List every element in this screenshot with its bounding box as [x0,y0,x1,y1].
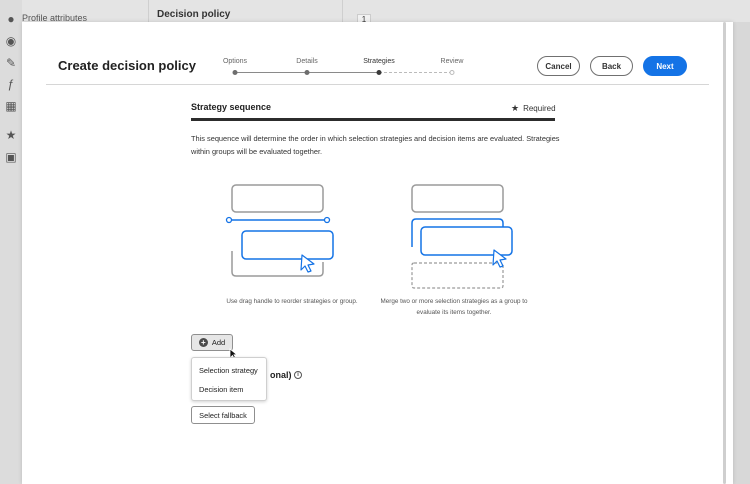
function-icon[interactable]: ƒ [4,77,18,91]
info-icon[interactable]: i [294,371,302,379]
step-dot-review [449,70,455,75]
select-fallback-button[interactable]: Select fallback [191,406,255,424]
create-decision-policy-modal: Create decision policy Options Details S… [22,22,733,484]
merged-card [420,226,513,256]
menu-item-decision-item[interactable]: Decision item [199,385,243,394]
background-divider [342,0,343,22]
back-button[interactable]: Back [590,56,633,76]
drop-indicator-dot [225,216,233,224]
background-divider [148,0,149,22]
merge-caption: Merge two or more selection strategies a… [380,298,528,316]
reorder-illustration [225,184,334,277]
add-circle-icon: + [198,338,208,347]
fallback-section-title: onal) [270,370,292,380]
illustration-card [411,184,504,213]
step-label-strategies: Strategies [363,58,395,65]
illustration-card [231,184,324,213]
header-divider [46,84,709,85]
step-indicator: Options Details Strategies Review [223,58,466,77]
dragged-card [241,230,334,260]
background-header [22,0,750,22]
menu-item-selection-strategy[interactable]: Selection strategy [199,366,258,375]
required-indicator: ★ Required [511,103,556,114]
step-dot-options [232,70,238,75]
reorder-caption: Use drag handle to reorder strategies or… [226,298,358,305]
background-right-panel [733,22,750,484]
survey-icon[interactable]: ▣ [4,150,18,164]
drop-target [411,262,504,289]
step-label-options: Options [222,58,248,65]
compass-icon[interactable]: ◉ [4,34,18,48]
step-label-details: Details [296,58,318,65]
next-button[interactable]: Next [643,56,687,76]
step-connector [235,72,307,73]
cancel-button[interactable]: Cancel [537,56,580,76]
step-dot-strategies [376,70,382,75]
strategy-sequence-title: Strategy sequence [191,102,272,112]
step-connector [307,72,379,73]
add-dropdown-menu: Selection strategy Decision item [191,357,267,401]
modal-scrollbar[interactable] [723,22,726,484]
decisioning-icon[interactable]: ▦ [4,99,18,113]
modal-title: Create decision policy [58,58,196,73]
step-connector-upcoming [379,72,452,73]
edit-icon[interactable]: ✎ [4,56,18,70]
background-decision-policy: Decision policy [157,9,231,20]
asterisk-icon: ★ [511,103,520,113]
step-dot-details [304,70,310,75]
required-label: Required [523,104,556,113]
add-button-label: Add [211,338,226,347]
star-icon[interactable]: ★ [4,128,18,142]
left-nav-rail: ● ◉ ✎ ƒ ▦ ★ ▣ [0,0,22,484]
strategy-description: This sequence will determine the order i… [191,134,560,156]
merge-illustration [411,184,513,289]
user-icon[interactable]: ● [4,12,18,26]
step-label-review: Review [440,58,464,65]
drop-indicator-dot [323,216,331,224]
section-underline [191,118,555,121]
add-button[interactable]: + Add [191,334,233,351]
